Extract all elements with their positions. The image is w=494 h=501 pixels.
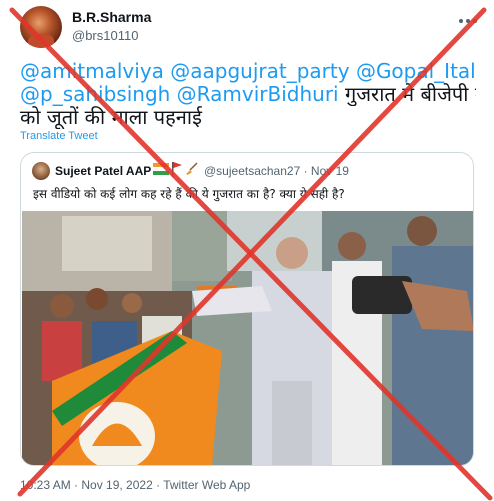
video-thumbnail[interactable] (22, 211, 473, 465)
tweet-text-line3: को जूतों की माला पहनाई (20, 106, 202, 129)
india-flag-icon (153, 163, 169, 175)
quoted-author-avatar[interactable] (32, 162, 50, 180)
author-display-name[interactable]: B.R.Sharma (72, 9, 151, 25)
tweet-mentions-line1[interactable]: @amitmalviya @aapgujrat_party @Gopal_Ita… (20, 60, 476, 83)
quoted-author-name[interactable]: Sujeet Patel AAP (55, 164, 151, 178)
red-flag-icon (171, 161, 183, 177)
tweet-mention-line2[interactable]: @p_sahibsingh @RamvirBidhuri (20, 83, 339, 106)
author-handle[interactable]: @brs10110 (72, 28, 138, 43)
quoted-tweet-text: इस वीडियो को कई लोग कह रहे हैं की ये गुज… (33, 187, 345, 201)
translate-tweet-link[interactable]: Translate Tweet (20, 130, 98, 142)
author-avatar[interactable] (20, 6, 62, 48)
tweet-card: B.R.Sharma @brs10110 @amitmalviya @aapgu… (0, 0, 494, 501)
tweet-text-line2: गुजरात मे बीजेपी के प्रत्याशी (344, 83, 476, 106)
tweet-text: @amitmalviya @aapgujrat_party @Gopal_Ita… (20, 60, 476, 129)
quoted-tweet[interactable]: Sujeet Patel AAP @sujeetsachan27 · Nov 1… (20, 152, 474, 466)
tweet-timestamp[interactable]: 10:23 AM · Nov 19, 2022 · Twitter Web Ap… (20, 478, 250, 492)
quoted-author-handle[interactable]: @sujeetsachan27 · Nov 19 (204, 164, 349, 178)
broom-icon (185, 162, 199, 176)
more-options-icon[interactable] (456, 10, 480, 30)
